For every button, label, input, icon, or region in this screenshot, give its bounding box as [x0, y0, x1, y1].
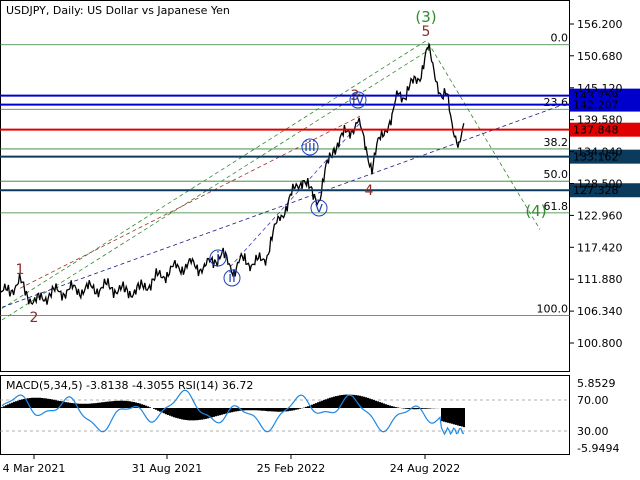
y-tick-label: 150.680: [577, 50, 623, 63]
wave-trend-line: [1, 105, 561, 308]
y-tick-label: 117.420: [577, 241, 623, 254]
fib-label: 0.0: [551, 32, 569, 45]
wave-label: (4): [525, 202, 546, 220]
wave-label: v: [315, 200, 323, 216]
y-tick-label: 111.880: [577, 273, 623, 286]
fib-label: 100.0: [537, 302, 569, 315]
y-axis: 156.200 150.680 145.120 139.580 134.040 128.5…: [570, 18, 623, 350]
y-tick-label: 134.040: [577, 146, 623, 159]
main-panel-frame: [0, 0, 570, 372]
wave-label: 5: [422, 24, 431, 40]
trend-lines: [1, 39, 561, 321]
wave-label: ii: [228, 270, 236, 286]
y-tick-label: 106.340: [577, 305, 623, 318]
target-line: [427, 42, 541, 230]
x-axis: 4 Mar 2021 31 Aug 2021 25 Feb 2022 24 Aug 2…: [3, 455, 460, 475]
indicator-y-label: 30.00: [577, 425, 609, 438]
y-tick-label: 100.800: [577, 337, 623, 350]
wave-label: iv: [352, 92, 364, 108]
fibonacci-levels: 0.023.638.250.061.8100.0: [0, 32, 570, 316]
channel-line-upper: [1, 39, 429, 309]
level-price-label: 142.207: [573, 99, 619, 112]
x-tick-label: 4 Mar 2021: [3, 462, 66, 475]
macd-histogram: [1, 394, 465, 428]
y-tick-label: 122.960: [577, 209, 623, 222]
x-tick-label: 24 Aug 2022: [390, 462, 460, 475]
usdjpy-chart: USDJPY, Daily: US Dollar vs Japanese Yen…: [0, 0, 640, 475]
x-tick-label: 31 Aug 2021: [132, 462, 202, 475]
x-tick-label: 25 Feb 2022: [257, 462, 325, 475]
chart-title: USDJPY, Daily: US Dollar vs Japanese Yen: [6, 4, 230, 17]
wave-label: 1: [16, 262, 25, 278]
y-tick-label: 128.500: [577, 178, 623, 191]
indicator-y-label: 70.00: [577, 394, 609, 407]
wave-label: 4: [365, 183, 374, 199]
indicator-y-label: 5.8529: [577, 377, 616, 390]
wave-labels: 12345(3)(4)iiiiiiivv: [16, 8, 547, 326]
fib-label: 38.2: [544, 136, 569, 149]
indicator-y-label: -5.9494: [577, 442, 619, 455]
wave-label: 2: [30, 310, 39, 326]
wave-label: iii: [304, 139, 316, 155]
fib-label: 50.0: [544, 168, 569, 181]
indicator-label: MACD(5,34,5) -3.8138 -4.3055 RSI(14) 36.…: [6, 379, 253, 392]
y-tick-label: 145.120: [577, 82, 623, 95]
wave-ii-line: [229, 122, 361, 268]
fib-label: 61.8: [544, 200, 569, 213]
y-tick-label: 139.580: [577, 114, 623, 127]
y-tick-label: 156.200: [577, 18, 623, 31]
wave-label: i: [216, 250, 220, 266]
wave-label: (3): [415, 8, 436, 26]
